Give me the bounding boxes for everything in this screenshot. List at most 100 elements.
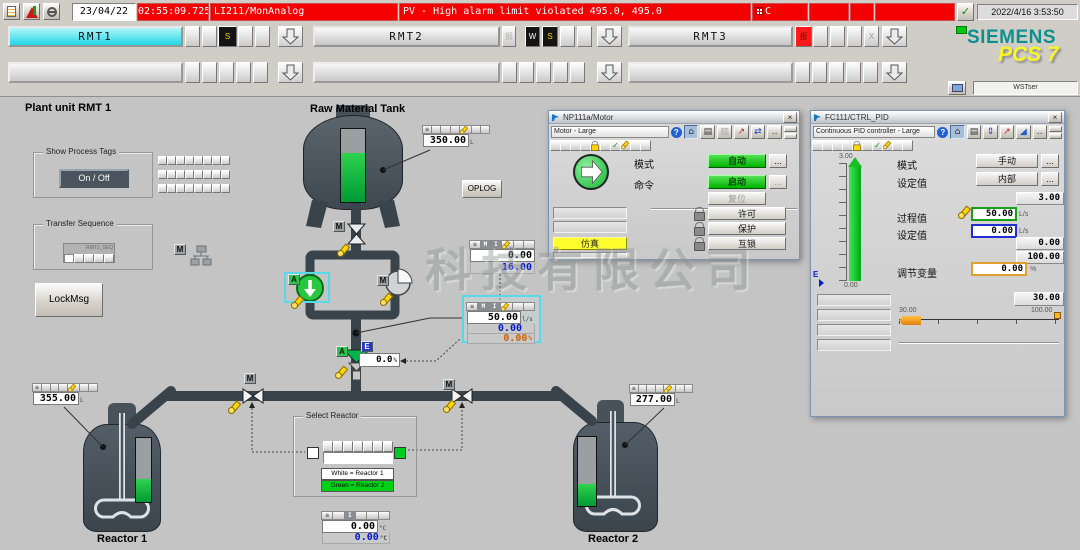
tag-cell[interactable] [167, 184, 176, 193]
nav-rmt1-button[interactable]: RMT1 [8, 26, 183, 47]
tag-cell[interactable] [203, 156, 212, 165]
pin-icon[interactable] [1049, 126, 1062, 132]
nav-cell[interactable] [255, 26, 270, 47]
tag-cell[interactable] [158, 156, 167, 165]
reactor2-select-square[interactable] [394, 447, 406, 459]
mode-more-button[interactable]: ... [769, 154, 787, 168]
nav-cell[interactable] [502, 62, 517, 83]
close-icon[interactable]: × [1048, 112, 1062, 123]
tag-cell[interactable] [185, 156, 194, 165]
nav-rmt3-button[interactable]: RMT3 [628, 26, 793, 47]
command-more-button[interactable]: ... [769, 175, 787, 189]
window-titlebar[interactable]: FC111/CTRL_PID × [811, 111, 1064, 124]
trend-view-icon[interactable]: ↗ [1000, 125, 1014, 139]
tag-cell[interactable] [176, 170, 185, 179]
tag-cell[interactable] [167, 156, 176, 165]
nav-cell[interactable] [238, 26, 253, 47]
nav-cell[interactable] [830, 26, 845, 47]
header-cell[interactable] [378, 511, 390, 520]
flow-controller-display[interactable]: ≡MI 50.00l/s 0.00 0.00% [467, 302, 535, 344]
rmt3-alarm-badge[interactable]: 报 [795, 26, 812, 47]
view-selector[interactable]: Continuous PID controller - Large [813, 126, 935, 138]
selector-cell[interactable] [333, 441, 343, 452]
tag-cell[interactable] [212, 184, 221, 193]
selector-cell[interactable] [373, 441, 383, 452]
limits-view-icon[interactable]: ⇕ [983, 125, 997, 139]
selector-cell[interactable] [323, 441, 333, 452]
help-icon[interactable]: ? [671, 127, 682, 138]
rmt2-alarm-badge[interactable]: 报 [502, 26, 516, 47]
nav-cell[interactable] [813, 26, 828, 47]
setpoint-more-button[interactable]: ... [1041, 172, 1059, 186]
reactor2-level-display[interactable]: ≡ 277.00L [630, 384, 693, 406]
selector-cell[interactable] [363, 441, 373, 452]
mode-button[interactable]: 手动 [976, 154, 1038, 168]
window-titlebar[interactable]: NP111a/Motor × [549, 111, 799, 124]
reactor2-inlet-valve[interactable] [452, 389, 472, 403]
tag-cell[interactable] [158, 184, 167, 193]
tank-outlet-valve[interactable] [348, 224, 365, 244]
snapshot-icon[interactable] [784, 133, 797, 139]
nav-cell[interactable] [577, 26, 592, 47]
seq-step-cell[interactable] [94, 254, 104, 263]
nav-bar-empty-3[interactable] [628, 62, 793, 83]
tag-cell[interactable] [185, 170, 194, 179]
nav-cell[interactable] [253, 62, 268, 83]
seq-step-cell[interactable] [104, 254, 114, 263]
nav-cell[interactable] [847, 26, 862, 47]
header-cell[interactable] [684, 384, 694, 393]
setpoint-source-button[interactable]: 内部 [976, 172, 1038, 186]
selector-cell[interactable] [383, 441, 393, 452]
flow-display[interactable]: ≡MI 0.00 16.00 [470, 240, 535, 274]
alarm-warning-icon[interactable] [23, 3, 40, 20]
slider-handle[interactable] [899, 316, 921, 325]
batch-view-icon[interactable]: ▥ [717, 125, 732, 139]
header-cell[interactable] [88, 383, 98, 392]
nav-down-button-2[interactable] [597, 62, 622, 83]
home-view-icon[interactable]: ⌂ [684, 125, 699, 139]
user-login-button[interactable] [948, 81, 966, 95]
transfer-view-icon[interactable]: ⇄ [751, 125, 766, 139]
reactor1-inlet-valve[interactable] [243, 389, 263, 403]
selector-cell[interactable] [343, 441, 353, 452]
tag-cell[interactable] [212, 170, 221, 179]
tag-cell[interactable] [194, 156, 203, 165]
oplog-button[interactable]: OPLOG [462, 180, 502, 198]
header-cell[interactable] [523, 302, 535, 311]
mode-more-button[interactable]: ... [1041, 154, 1059, 168]
simulation-button[interactable]: 仿真 [553, 237, 627, 250]
tag-cell[interactable] [221, 156, 230, 165]
nav-cell[interactable] [560, 26, 575, 47]
tag-cell[interactable] [194, 184, 203, 193]
slider-track[interactable] [899, 319, 1059, 324]
tank-level-display[interactable]: ≡ 350.00L [423, 125, 490, 147]
rmt1-picture-down-button[interactable] [278, 26, 303, 47]
tag-cell[interactable] [185, 184, 194, 193]
lockmsg-button[interactable]: LockMsg [35, 283, 103, 317]
seq-step-cell[interactable] [84, 254, 94, 263]
tag-cell[interactable] [176, 184, 185, 193]
nav-down-button-1[interactable] [278, 62, 303, 83]
note-view-icon[interactable]: ▤ [700, 125, 715, 139]
nav-cell[interactable] [202, 26, 217, 47]
nav-cell[interactable] [553, 62, 568, 83]
tag-cell[interactable] [158, 170, 167, 179]
help-icon[interactable]: ? [937, 127, 948, 138]
nav-cell[interactable] [185, 26, 200, 47]
rmt3-x-badge[interactable]: X [864, 26, 879, 47]
home-view-icon[interactable]: ⌂ [950, 125, 964, 139]
interlock-button[interactable]: 互锁 [708, 237, 786, 250]
permission-button[interactable]: 许可 [708, 207, 786, 220]
nav-cell[interactable] [570, 62, 585, 83]
nav-cell[interactable] [236, 62, 251, 83]
note-view-icon[interactable]: ▤ [967, 125, 981, 139]
rmt3-picture-down-button[interactable] [882, 26, 907, 47]
tag-cell[interactable] [203, 184, 212, 193]
nav-cell[interactable] [519, 62, 534, 83]
tag-cell[interactable] [167, 170, 176, 179]
ack-checkmark-button[interactable]: ✓ [957, 3, 974, 21]
nav-bar-empty-2[interactable] [313, 62, 500, 83]
reset-button[interactable]: 复位 [708, 192, 766, 205]
rmt1-s-badge[interactable]: S [218, 26, 237, 47]
limit-field[interactable]: 3.00 [1016, 192, 1064, 205]
